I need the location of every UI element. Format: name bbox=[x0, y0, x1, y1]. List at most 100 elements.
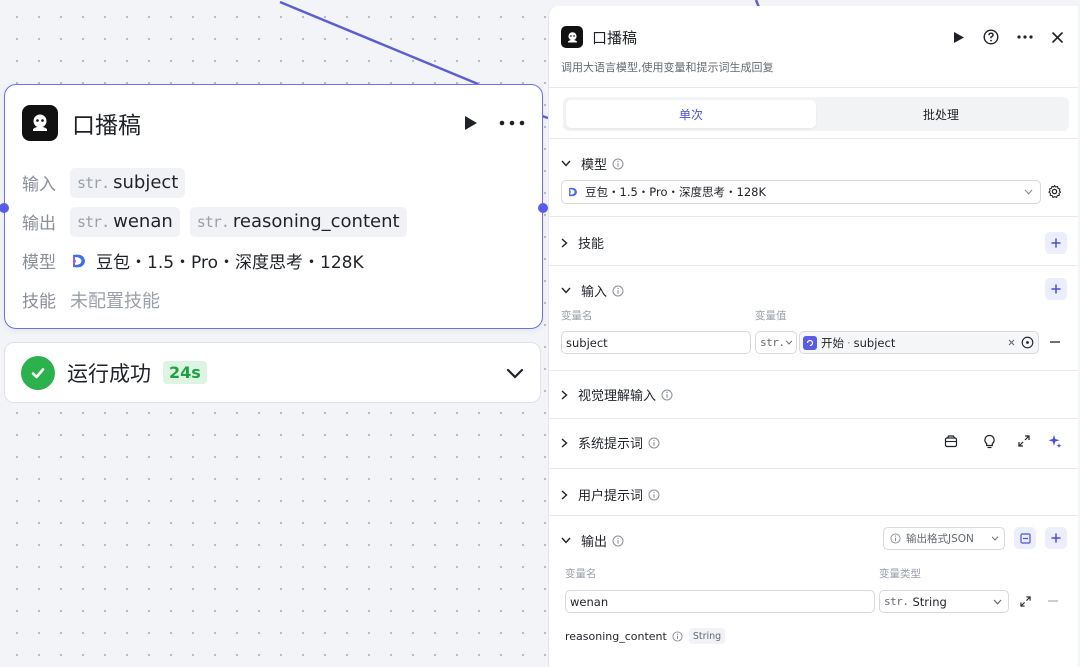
divider bbox=[549, 87, 1078, 88]
section-vision-input[interactable]: 视觉理解输入 bbox=[561, 385, 673, 404]
chevron-down-icon bbox=[1024, 189, 1033, 195]
info-icon[interactable] bbox=[648, 437, 660, 449]
close-icon[interactable] bbox=[1051, 31, 1064, 44]
node-skill-label: 技能 bbox=[22, 292, 56, 312]
run-result-bar[interactable]: 运行成功 24s bbox=[4, 342, 541, 403]
section-skills-title: 技能 bbox=[578, 237, 605, 252]
section-input[interactable]: 输入 bbox=[561, 281, 624, 300]
node-model-name: 豆包・1.5・Pro・深度思考・128K bbox=[96, 253, 364, 273]
node-input-port[interactable] bbox=[0, 203, 9, 213]
input-col-name-header: 变量名 bbox=[561, 310, 593, 322]
add-output-button[interactable] bbox=[1045, 527, 1067, 549]
ai-sparkle-icon[interactable] bbox=[1048, 434, 1062, 448]
input-var-type-select[interactable]: str. bbox=[755, 331, 797, 354]
remove-output-minus-icon[interactable] bbox=[1048, 600, 1058, 602]
expand-icon[interactable] bbox=[1020, 596, 1031, 607]
output-col-type-header: 变量类型 bbox=[879, 568, 921, 580]
help-icon[interactable] bbox=[983, 29, 999, 45]
lightbulb-icon[interactable] bbox=[983, 434, 996, 449]
section-system-prompt-title: 系统提示词 bbox=[578, 437, 644, 452]
info-icon[interactable] bbox=[661, 389, 673, 401]
tab-batch[interactable]: 批处理 bbox=[816, 100, 1066, 128]
ref-source-name: 开始 bbox=[821, 335, 844, 350]
section-system-prompt[interactable]: 系统提示词 bbox=[561, 433, 660, 452]
panel-title: 口播稿 bbox=[592, 28, 638, 47]
node-header: 口播稿 bbox=[22, 103, 525, 143]
str-type-icon: str. bbox=[760, 336, 785, 349]
info-icon[interactable] bbox=[612, 158, 624, 170]
input-var-value-ref[interactable]: 开始 · subject bbox=[799, 331, 1039, 354]
panel-description: 调用大语言模型,使用变量和提示词生成回复 bbox=[561, 61, 774, 74]
node-output-chip: str. reasoning_content bbox=[189, 206, 407, 237]
info-icon[interactable] bbox=[612, 285, 624, 297]
output-collapse-button[interactable] bbox=[1014, 527, 1036, 549]
panel-run-play-icon[interactable] bbox=[952, 31, 965, 44]
expand-icon[interactable] bbox=[1018, 435, 1030, 447]
chevron-right-icon bbox=[561, 237, 568, 248]
reasoning-content-type-tag: String bbox=[688, 628, 726, 644]
node-output-row: 输出 str. wenan str. reasoning_content bbox=[22, 202, 525, 241]
doubao-model-icon bbox=[567, 186, 579, 198]
app-logo-icon bbox=[22, 105, 58, 141]
str-type-icon: str. bbox=[77, 212, 110, 231]
info-icon[interactable] bbox=[672, 630, 683, 642]
str-type-icon: str. bbox=[884, 595, 909, 608]
node-input-label: 输入 bbox=[22, 175, 56, 195]
chevron-right-icon bbox=[561, 437, 568, 448]
node-output-chip: str. wenan bbox=[70, 206, 180, 237]
node-output-port[interactable] bbox=[538, 203, 548, 213]
section-model[interactable]: 模型 bbox=[561, 154, 624, 173]
output-var-type-value: String bbox=[912, 594, 947, 609]
output-var-name-field[interactable]: wenan bbox=[565, 590, 875, 613]
chevron-down-icon bbox=[993, 599, 1002, 605]
add-skill-button[interactable] bbox=[1045, 232, 1067, 254]
model-select[interactable]: 豆包・1.5・Pro・深度思考・128K bbox=[561, 180, 1041, 204]
variable-target-icon[interactable] bbox=[1021, 336, 1034, 349]
divider bbox=[549, 265, 1078, 266]
model-settings-gear-icon[interactable] bbox=[1047, 184, 1062, 199]
info-icon[interactable] bbox=[648, 489, 660, 501]
section-input-title: 输入 bbox=[581, 285, 608, 300]
node-model-row: 模型 豆包・1.5・Pro・深度思考・128K bbox=[22, 241, 525, 280]
divider bbox=[549, 216, 1078, 217]
model-select-value: 豆包・1.5・Pro・深度思考・128K bbox=[585, 185, 767, 199]
chevron-right-icon bbox=[561, 489, 568, 500]
section-output[interactable]: 输出 bbox=[561, 531, 624, 550]
node-input-chip: str. subject bbox=[70, 167, 186, 198]
chevron-down-icon bbox=[785, 340, 793, 345]
remove-input-minus-icon[interactable] bbox=[1050, 341, 1060, 343]
run-node-play-icon[interactable] bbox=[461, 114, 479, 132]
str-type-icon: str. bbox=[77, 173, 110, 192]
mode-tabs: 单次 批处理 bbox=[563, 97, 1069, 131]
output-format-select[interactable]: 输出格式JSON bbox=[883, 527, 1005, 550]
divider bbox=[549, 370, 1078, 371]
prompt-library-icon[interactable] bbox=[944, 435, 958, 448]
section-user-prompt[interactable]: 用户提示词 bbox=[561, 485, 660, 504]
output-format-value: 输出格式JSON bbox=[906, 533, 974, 545]
tab-single[interactable]: 单次 bbox=[566, 100, 816, 128]
node-more-icon[interactable] bbox=[499, 120, 525, 126]
section-skills[interactable]: 技能 bbox=[561, 233, 604, 252]
clear-x-icon[interactable] bbox=[1008, 339, 1015, 346]
info-icon[interactable] bbox=[612, 535, 624, 547]
chevron-down-icon bbox=[561, 160, 571, 167]
panel-more-icon[interactable] bbox=[1017, 35, 1033, 39]
section-output-title: 输出 bbox=[581, 535, 608, 550]
reasoning-content-name: reasoning_content bbox=[565, 629, 667, 643]
chevron-down-icon[interactable] bbox=[506, 367, 524, 379]
doubao-model-icon bbox=[70, 252, 88, 270]
node-model-label: 模型 bbox=[22, 253, 56, 273]
chevron-right-icon bbox=[561, 389, 568, 400]
chevron-down-icon bbox=[561, 537, 571, 544]
add-input-button[interactable] bbox=[1045, 278, 1067, 300]
output-var-type-select[interactable]: str. String bbox=[879, 590, 1009, 613]
chevron-down-icon bbox=[991, 536, 999, 541]
input-var-name-field[interactable]: subject bbox=[561, 331, 751, 354]
section-model-title: 模型 bbox=[581, 158, 608, 173]
node-title: 口播稿 bbox=[72, 113, 141, 139]
divider bbox=[549, 418, 1078, 419]
str-type-icon: str. bbox=[196, 212, 230, 231]
llm-node-card[interactable]: 口播稿 输入 str. subject 输出 str. wenan str. r… bbox=[0, 84, 548, 329]
panel-header: 口播稿 bbox=[561, 24, 1064, 50]
input-col-value-header: 变量值 bbox=[755, 310, 787, 322]
